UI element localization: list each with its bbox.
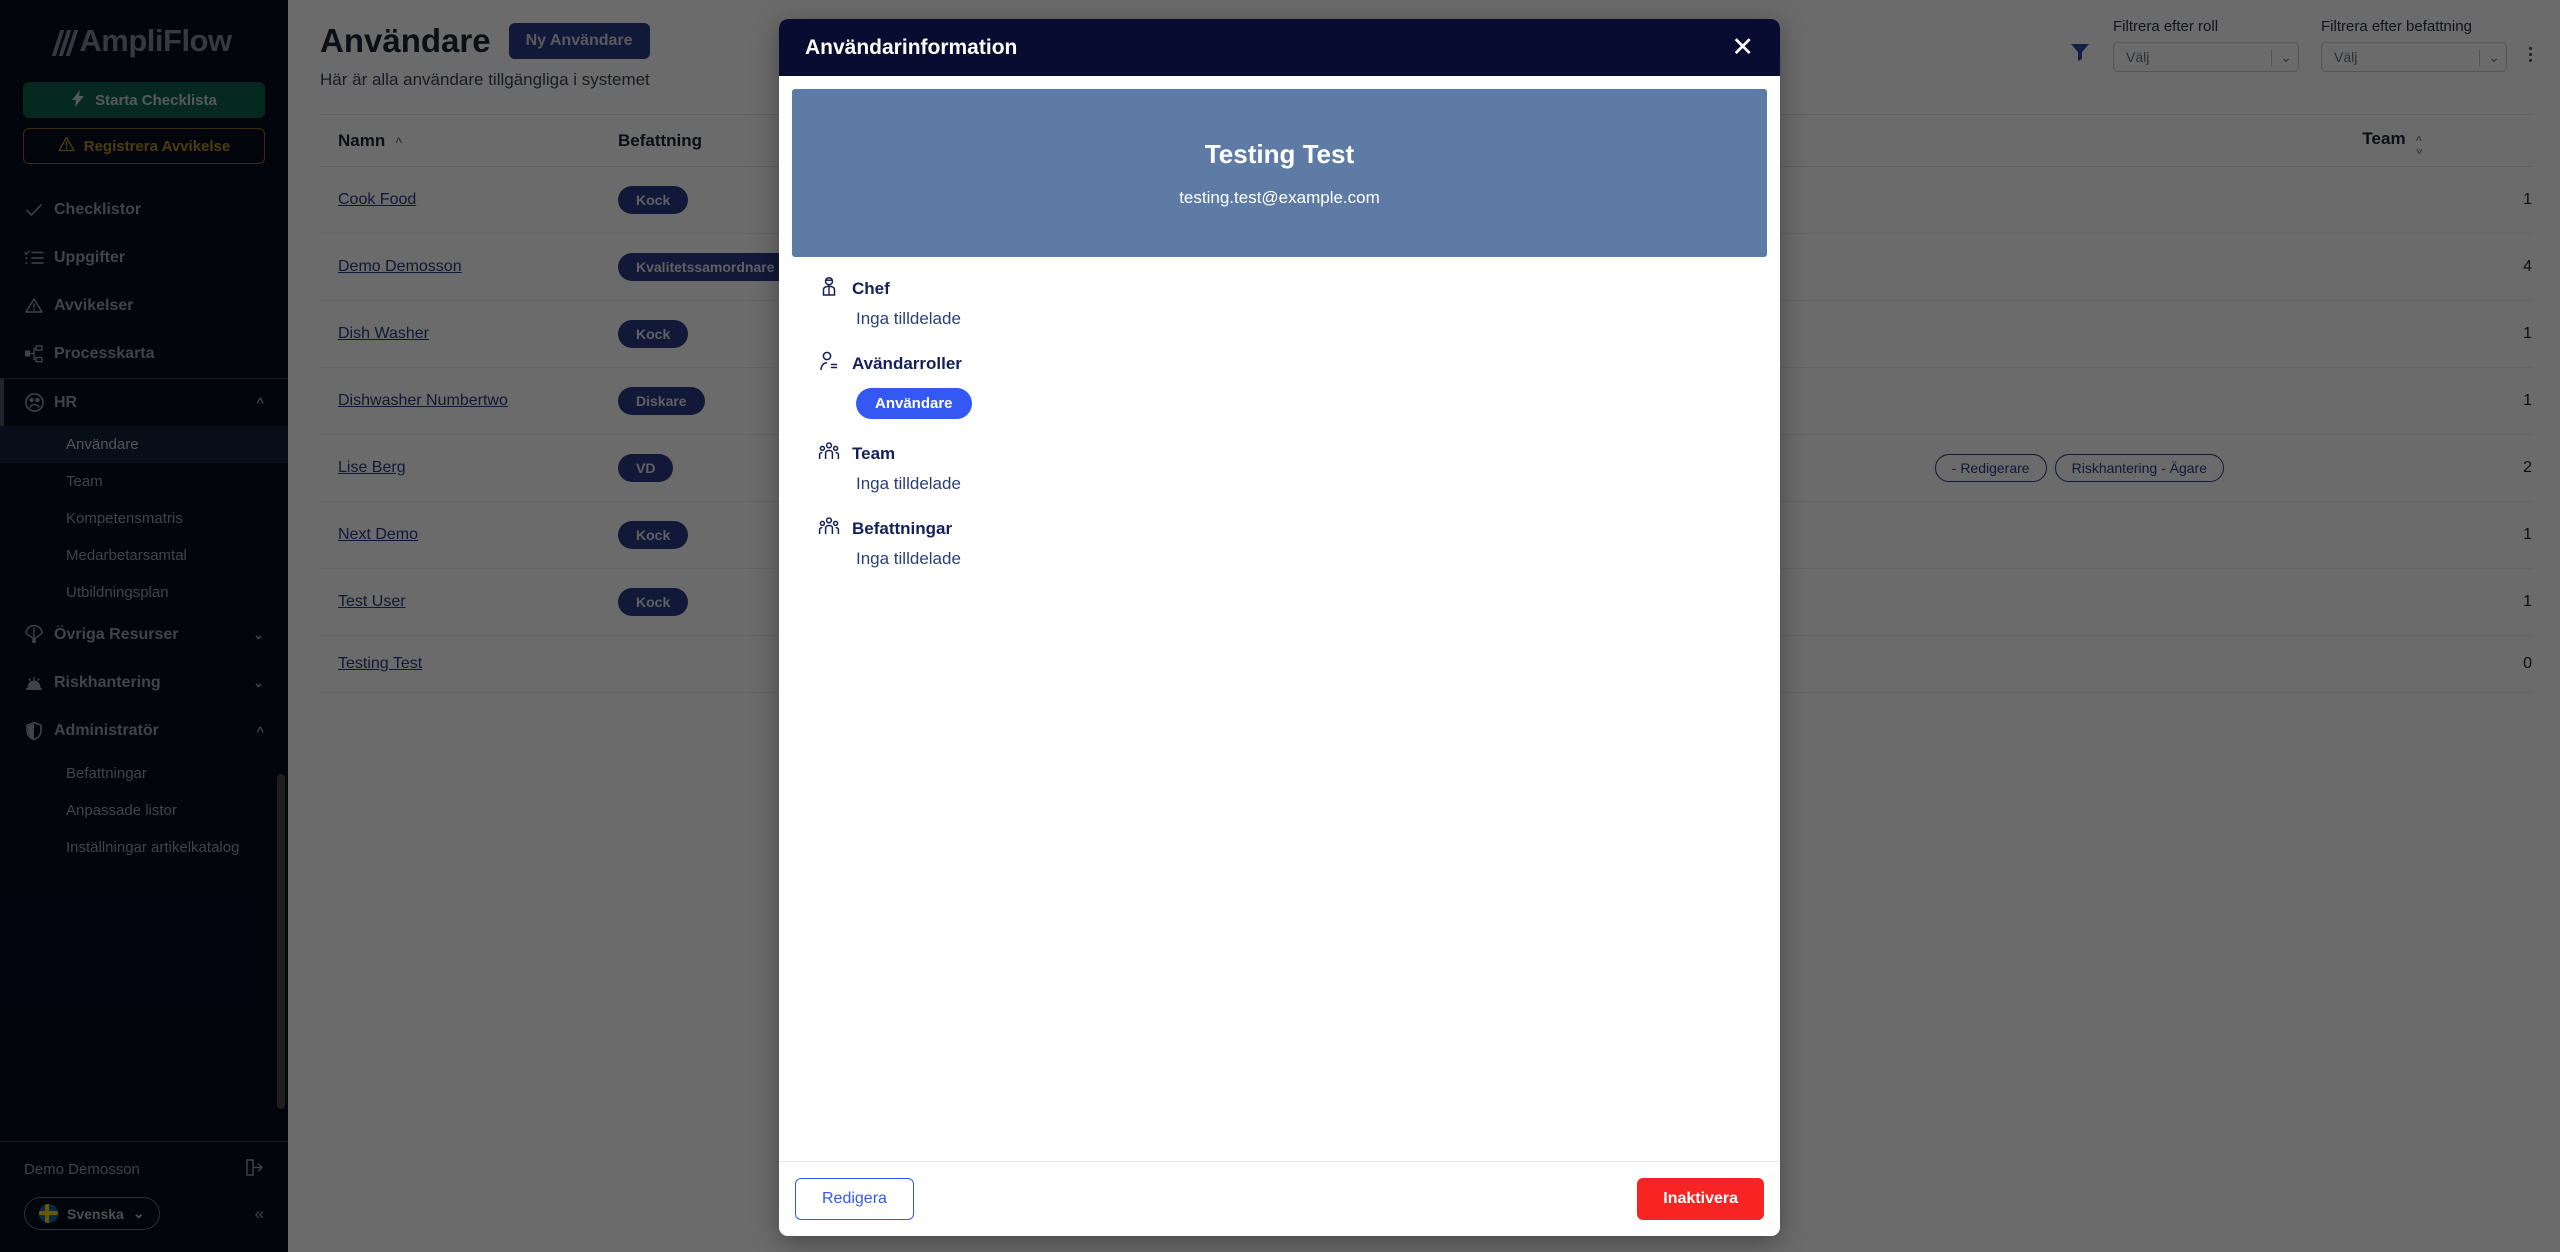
modal-footer: Redigera Inaktivera (779, 1161, 1780, 1236)
user-role-icon (818, 350, 840, 377)
info-value: Inga tilldelade (856, 309, 961, 328)
deactivate-button[interactable]: Inaktivera (1637, 1178, 1764, 1220)
info-label: Chef (852, 278, 890, 298)
modal-header: Användarinformation ✕ (779, 19, 1780, 76)
info-value: Inga tilldelade (856, 549, 961, 568)
team-icon (818, 515, 840, 542)
role-badge: Användare (856, 388, 972, 419)
info-section-team: Team Inga tilldelade (818, 440, 1741, 494)
user-info-sections: Chef Inga tilldelade Avändarroller Använ… (792, 257, 1767, 569)
close-icon[interactable]: ✕ (1731, 34, 1754, 61)
info-value: Inga tilldelade (856, 474, 961, 493)
user-full-name: Testing Test (1204, 138, 1355, 169)
info-label: Team (852, 443, 896, 463)
team-icon (818, 440, 840, 467)
info-section-chef: Chef Inga tilldelade (818, 275, 1741, 329)
info-section-userroles: Avändarroller Användare (818, 350, 1741, 419)
modal-title: Användarinformation (805, 35, 1018, 59)
edit-button[interactable]: Redigera (795, 1178, 914, 1220)
user-info-modal: Användarinformation ✕ Testing Test testi… (779, 19, 1780, 1236)
user-hero-banner: Testing Test testing.test@example.com (792, 89, 1767, 257)
user-email: testing.test@example.com (1179, 187, 1380, 207)
manager-icon (818, 275, 840, 302)
info-section-positions: Befattningar Inga tilldelade (818, 515, 1741, 569)
modal-body: Testing Test testing.test@example.com Ch… (779, 76, 1780, 1161)
info-label: Avändarroller (852, 353, 962, 373)
info-label: Befattningar (852, 518, 953, 538)
